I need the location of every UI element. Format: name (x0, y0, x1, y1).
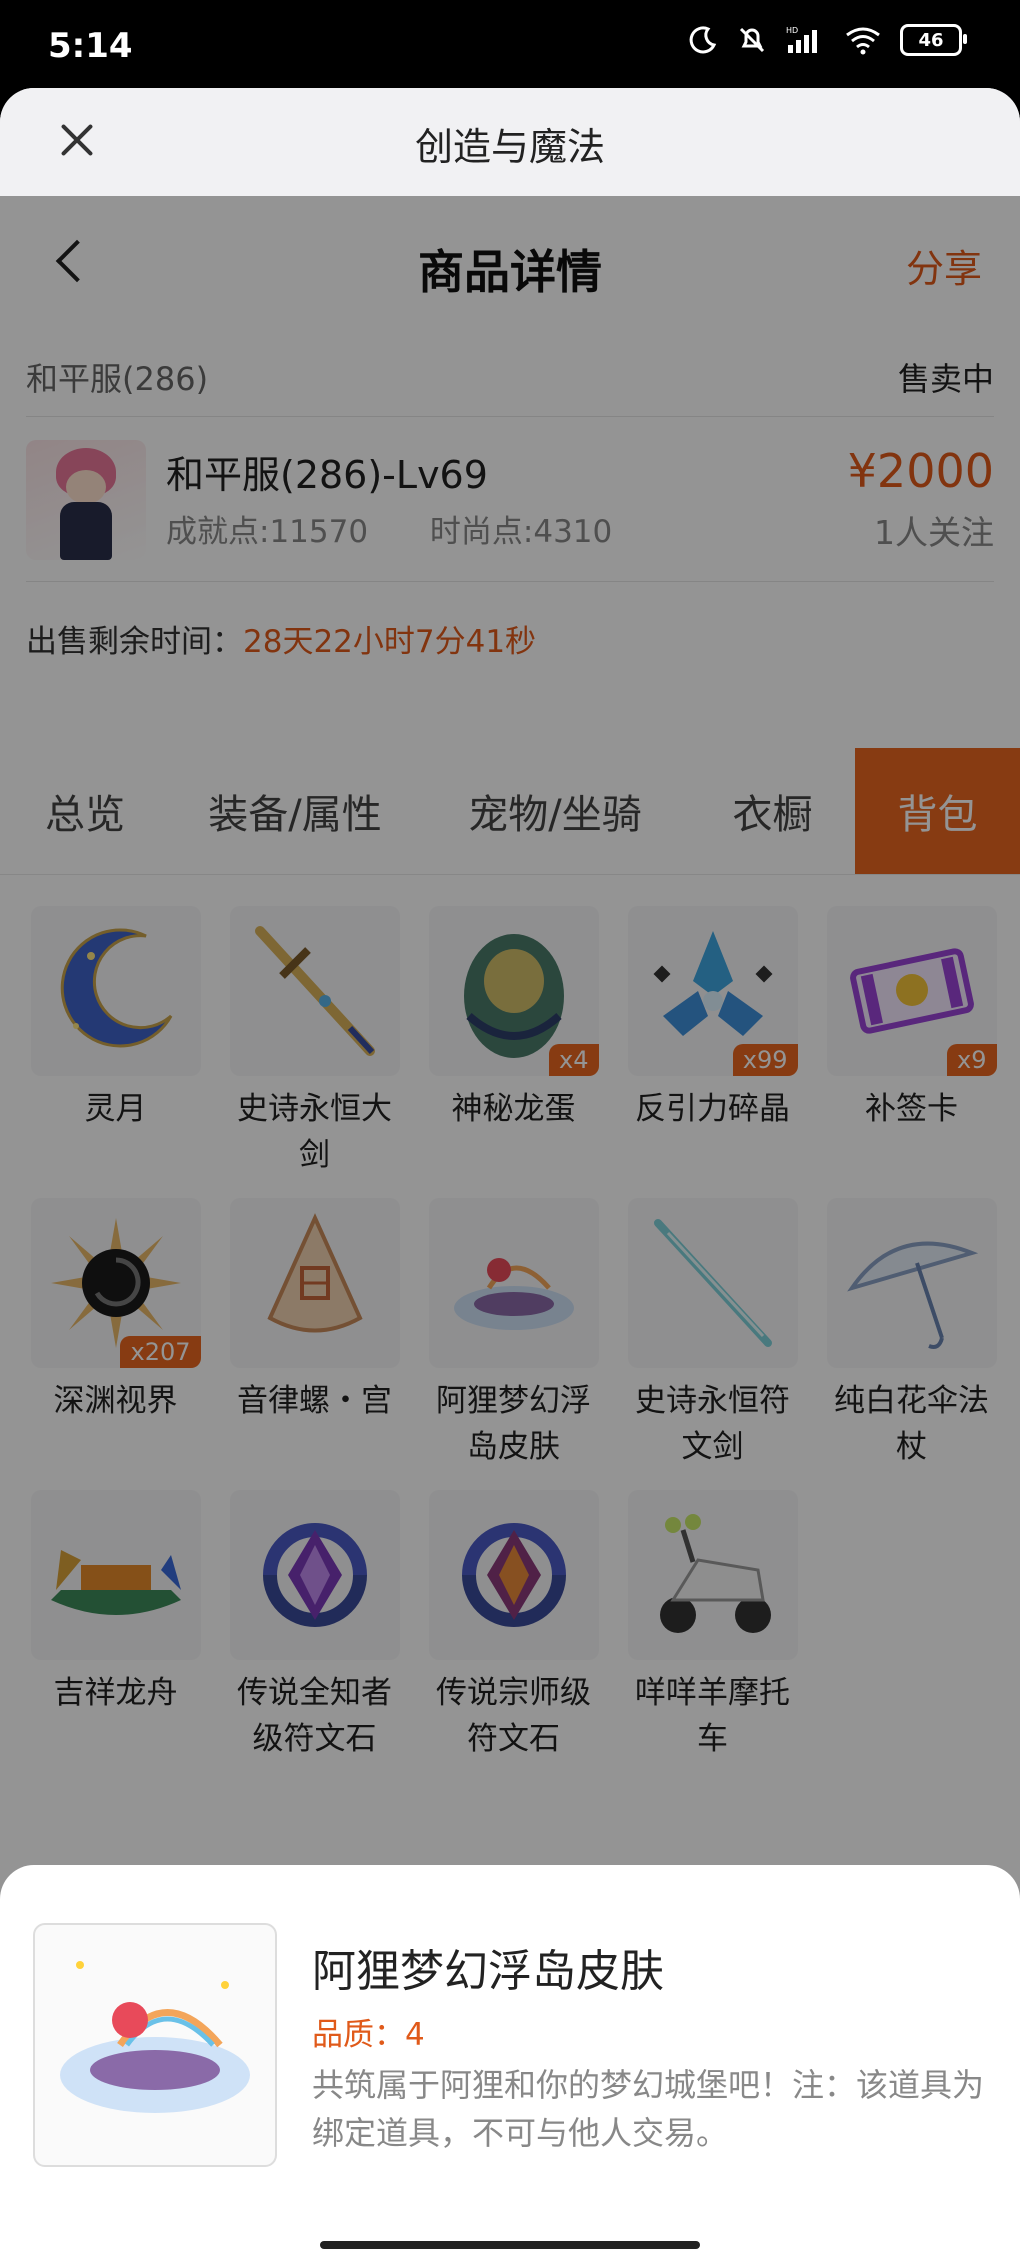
floating-island-icon (60, 1961, 250, 2113)
wifi-icon (846, 27, 880, 55)
battery-icon: 46 (900, 24, 967, 56)
svg-text:HD: HD (786, 26, 798, 35)
sheet-header: 创造与魔法 (0, 88, 1020, 196)
item-detail-popup: 阿狸梦幻浮岛皮肤 品质：4 共筑属于阿狸和你的梦幻城堡吧！注：该道具为绑定道具，… (0, 1865, 1020, 2267)
popup-item-title: 阿狸梦幻浮岛皮肤 (312, 1946, 664, 1997)
popup-item-quality: 品质：4 (312, 2017, 425, 2053)
status-time: 5:14 (48, 26, 133, 66)
status-bar: 5:14 HD 46 (0, 0, 1020, 90)
sheet-title: 创造与魔法 (414, 125, 605, 169)
home-indicator[interactable] (320, 2241, 700, 2249)
popup-item-image (33, 1923, 277, 2167)
popup-item-description: 共筑属于阿狸和你的梦幻城堡吧！注：该道具为绑定道具，不可与他人交易。 (312, 2066, 985, 2152)
moon-icon (689, 26, 717, 54)
status-icons: HD 46 (688, 24, 967, 56)
bell-muted-icon (739, 27, 765, 53)
signal-icon: HD (786, 26, 817, 53)
